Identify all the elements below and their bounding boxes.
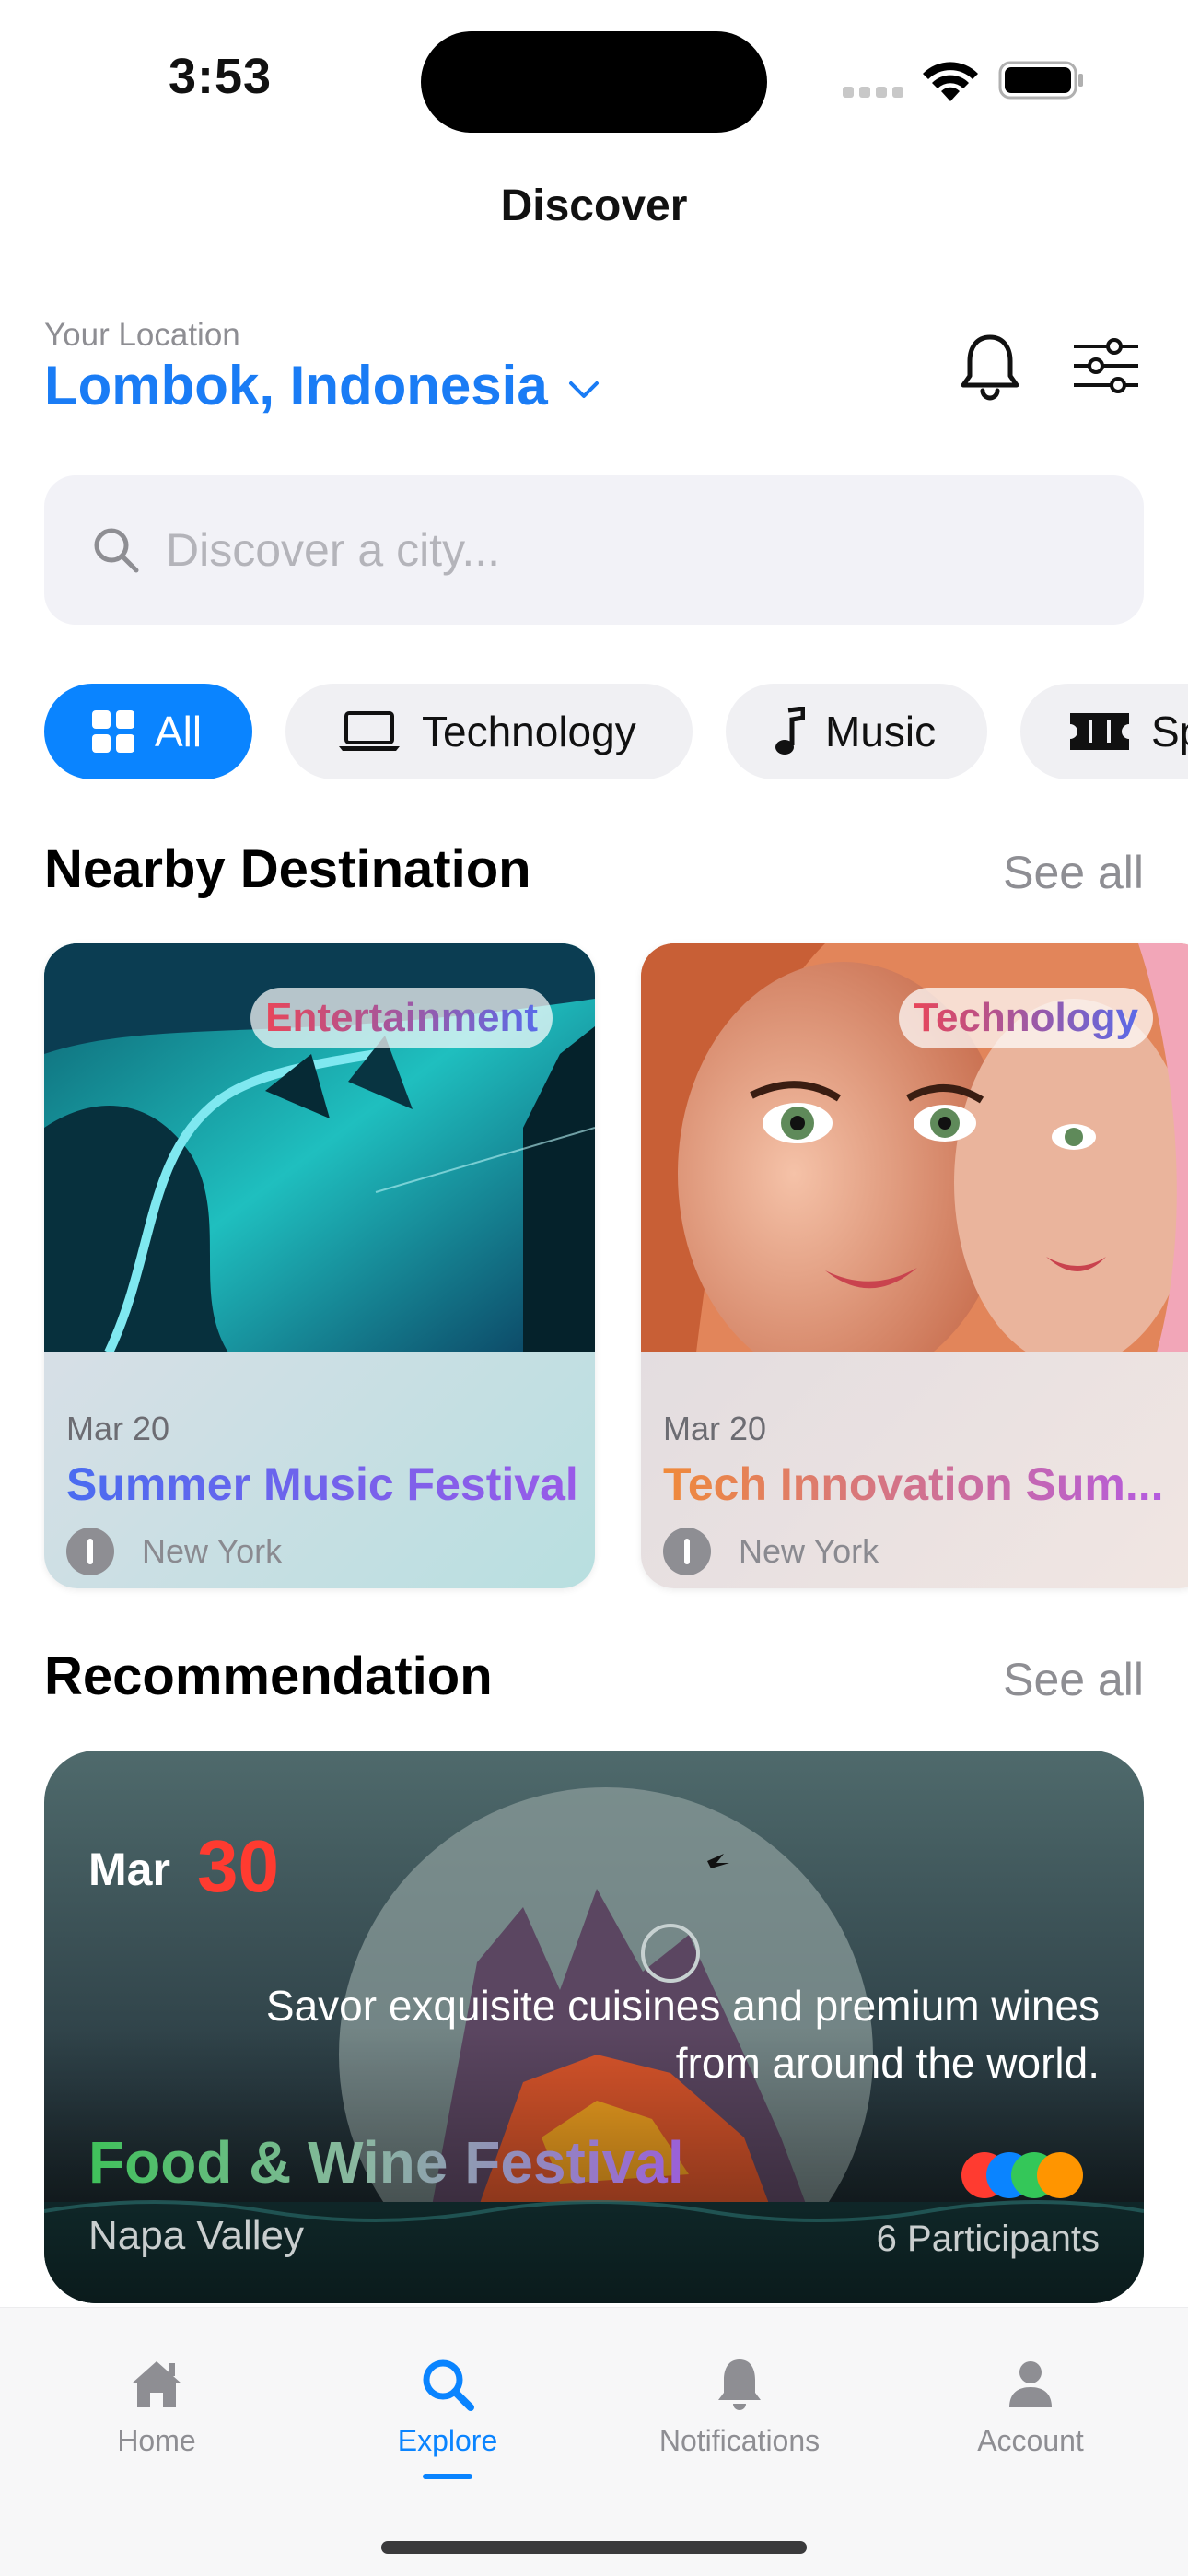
page-title: Discover <box>500 181 688 230</box>
battery-icon <box>998 61 1083 100</box>
chip-label: Music <box>825 708 937 755</box>
home-indicator <box>381 2541 807 2554</box>
recommendation-see-all-link[interactable]: See all <box>1003 1653 1144 1706</box>
tab-home[interactable]: Home <box>46 2354 267 2458</box>
chip-label: Sp <box>1151 708 1188 755</box>
recommendation-section-title: Recommendation <box>44 1646 493 1706</box>
tab-label: Home <box>117 2424 196 2457</box>
bell-icon <box>718 2359 761 2410</box>
badge-label: Entertainment <box>265 995 538 1040</box>
tab-account[interactable]: Account <box>920 2354 1141 2458</box>
chip-all[interactable]: All <box>44 684 252 779</box>
location-selector[interactable]: Lombok, Indonesia <box>44 354 600 417</box>
tab-label: Account <box>977 2424 1084 2457</box>
chevron-down-icon <box>568 381 599 398</box>
event-name: Summer Music Festival <box>66 1458 578 1510</box>
description-line: Savor exquisite cuisines and premium win… <box>265 1982 1100 2030</box>
tab-notifications[interactable]: Notifications <box>629 2354 850 2458</box>
ticket-icon <box>1070 713 1129 750</box>
laptop-icon <box>339 711 400 751</box>
participants-count: 6 Participants <box>876 2219 1100 2259</box>
chip-sports[interactable]: Sp <box>1020 684 1188 779</box>
recommendation-place: Napa Valley <box>88 2213 304 2258</box>
nearby-section-title: Nearby Destination <box>44 839 531 899</box>
location-caption: Your Location <box>44 317 240 353</box>
chip-label: Technology <box>422 708 636 755</box>
dynamic-island <box>421 31 767 133</box>
recommendation-event-title: Food & Wine Festival <box>88 2129 684 2195</box>
chip-music[interactable]: Music <box>726 684 987 779</box>
status-time: 3:53 <box>169 49 273 104</box>
cellular-signal-icon <box>843 87 903 98</box>
tab-bar: Home Explore Notifications Account <box>0 2307 1188 2576</box>
location-pin-icon <box>663 1528 711 1575</box>
event-name: Tech Innovation Sum... <box>663 1458 1164 1510</box>
active-tab-indicator <box>423 2474 472 2479</box>
event-date: Mar 20 <box>663 1410 767 1447</box>
nearby-see-all-link[interactable]: See all <box>1003 846 1144 899</box>
category-badge: Technology <box>899 988 1153 1048</box>
recommendation-description: Savor exquisite cuisines and premium win… <box>179 1977 1100 2091</box>
recommendation-card[interactable]: Mar 30 Savor exquisite cuisines and prem… <box>44 1751 1144 2303</box>
avatar <box>1037 2152 1083 2198</box>
search-bar[interactable] <box>44 475 1144 625</box>
magnifier-icon <box>423 2359 474 2411</box>
recommendation-month: Mar <box>88 1844 170 1895</box>
event-location: New York <box>66 1528 282 1575</box>
grid-icon <box>92 710 134 753</box>
location-pin-icon <box>66 1528 114 1575</box>
event-card[interactable]: Entertainment Mar 20 Summer Music Festiv… <box>44 943 595 1588</box>
description-line: from around the world. <box>675 2039 1100 2087</box>
location-value: Lombok, Indonesia <box>44 355 548 416</box>
recommendation-day: 30 <box>197 1825 279 1907</box>
search-input[interactable] <box>166 523 1087 577</box>
chip-technology[interactable]: Technology <box>285 684 693 779</box>
event-date: Mar 20 <box>66 1410 170 1447</box>
category-badge: Entertainment <box>250 988 553 1048</box>
wifi-icon <box>923 62 978 101</box>
filter-sliders-icon[interactable] <box>1072 337 1140 394</box>
music-note-icon <box>775 707 805 755</box>
category-chips: All Technology Music Sp <box>44 684 1188 779</box>
event-location: New York <box>663 1528 879 1575</box>
chip-label: All <box>155 708 203 755</box>
badge-label: Technology <box>914 995 1138 1040</box>
tab-explore[interactable]: Explore <box>337 2354 558 2458</box>
search-icon <box>94 528 139 573</box>
event-card[interactable]: Technology Mar 20 Tech Innovation Sum...… <box>641 943 1188 1588</box>
event-location-text: New York <box>739 1532 879 1570</box>
tab-label: Explore <box>397 2424 498 2457</box>
tab-label: Notifications <box>658 2424 821 2457</box>
person-icon <box>1009 2361 1052 2407</box>
bell-icon[interactable] <box>958 332 1022 402</box>
status-bar: 3:53 <box>0 0 1188 157</box>
house-icon <box>132 2361 181 2407</box>
participant-avatars <box>961 2152 1083 2198</box>
event-location-text: New York <box>142 1532 283 1570</box>
